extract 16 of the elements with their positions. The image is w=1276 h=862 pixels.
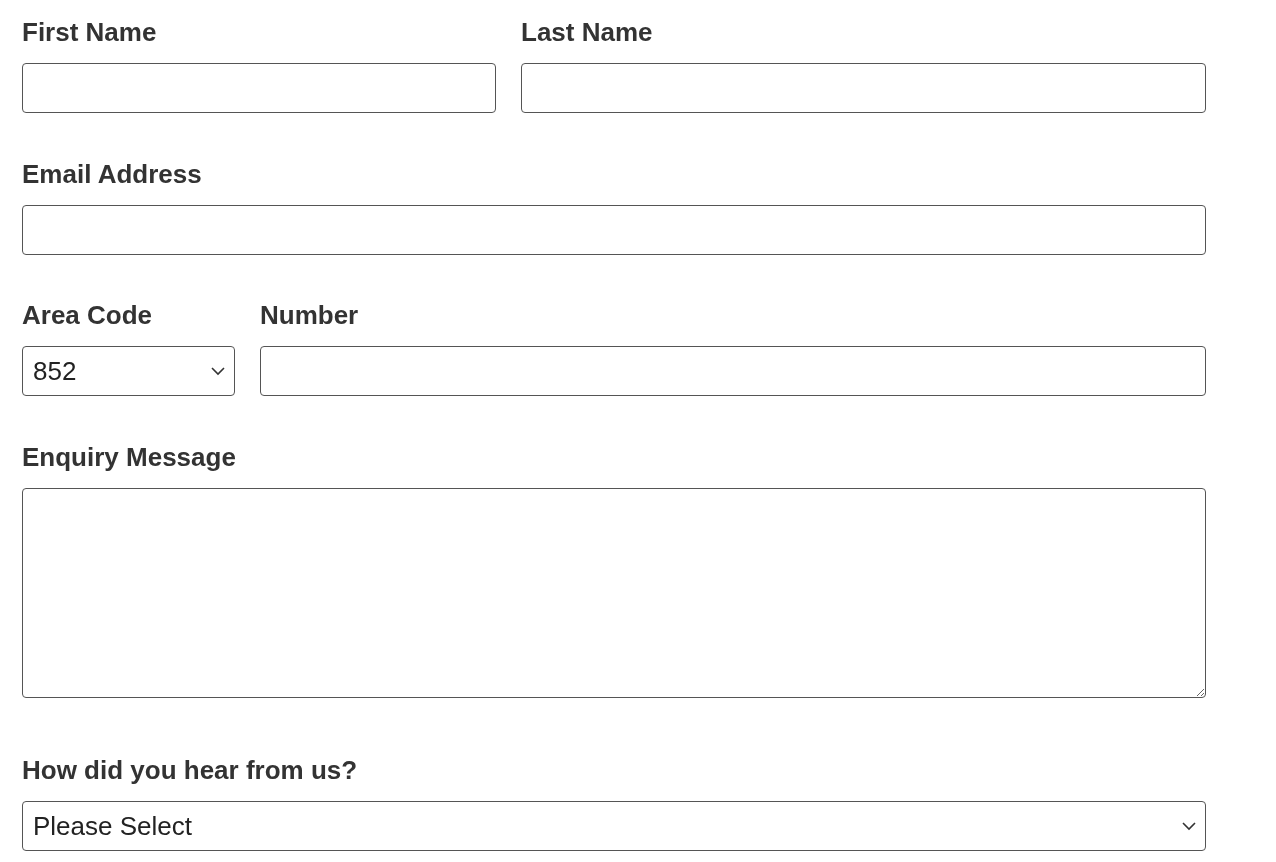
chevron-down-icon — [210, 366, 226, 376]
field-label: Enquiry Message — [22, 442, 237, 472]
text-input-field[interactable] — [521, 63, 1206, 113]
field-label: Last Name — [521, 17, 654, 47]
text-input-field[interactable] — [260, 346, 1206, 396]
message-input-field[interactable] — [22, 488, 1206, 698]
select-dropdown[interactable]: Please Select — [22, 801, 1206, 851]
text-input-field[interactable] — [22, 63, 496, 113]
field-label: First Name — [22, 17, 158, 47]
field-label: Email Address — [22, 159, 203, 189]
select-dropdown[interactable]: 852 — [22, 346, 235, 396]
text-input-field[interactable] — [22, 205, 1206, 255]
chevron-down-icon — [1181, 821, 1197, 831]
field-label: Number — [260, 300, 360, 330]
field-label: Area Code — [22, 300, 154, 330]
field-label: How did you hear from us? — [22, 755, 359, 785]
